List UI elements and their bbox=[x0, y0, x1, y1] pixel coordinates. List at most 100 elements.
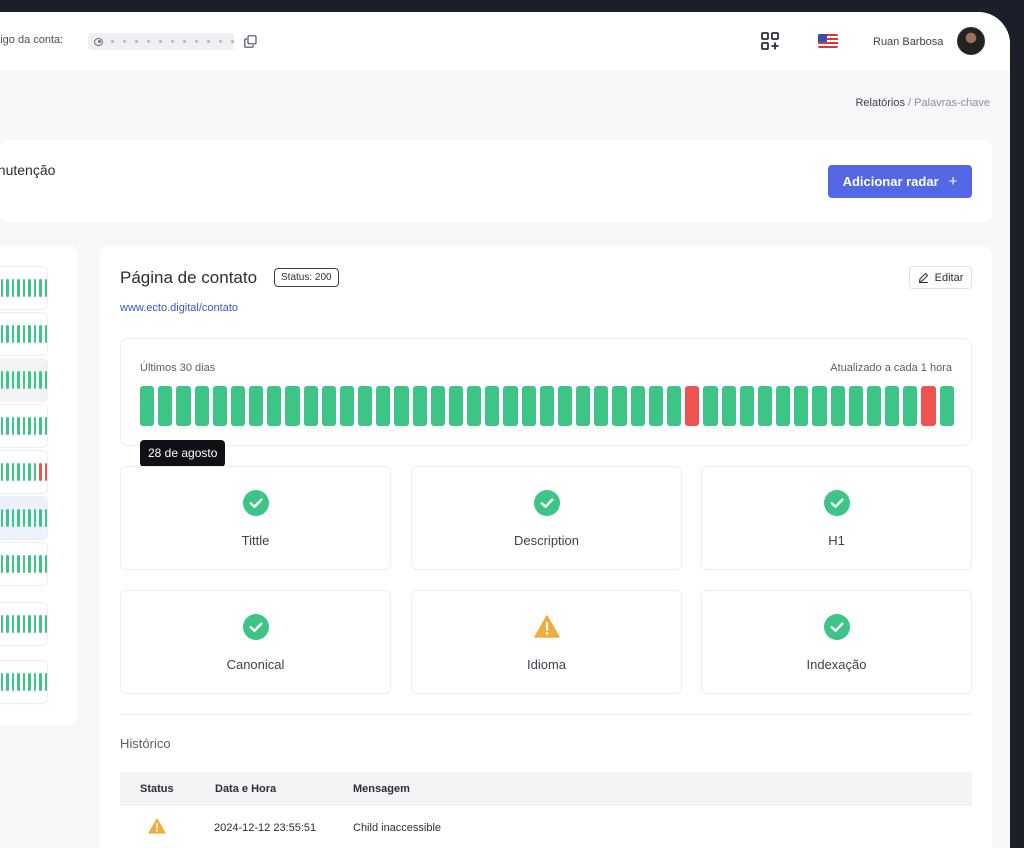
uptime-bar-ok[interactable] bbox=[539, 386, 554, 426]
uptime-bar-ok[interactable] bbox=[339, 386, 355, 426]
check-label: H1 bbox=[828, 533, 845, 548]
check-circle-icon bbox=[242, 614, 269, 640]
list-item[interactable] bbox=[0, 266, 48, 310]
uptime-mini-bar-ok bbox=[33, 279, 37, 297]
uptime-mini-bar-ok bbox=[22, 509, 26, 527]
uptime-bar-ok[interactable] bbox=[594, 386, 609, 426]
check-card[interactable]: Idioma bbox=[411, 590, 682, 694]
list-item[interactable] bbox=[0, 450, 48, 494]
uptime-bar-ok[interactable] bbox=[576, 386, 591, 426]
uptime-bar-ok[interactable] bbox=[467, 386, 482, 426]
uptime-mini-bar-ok bbox=[0, 673, 4, 691]
uptime-bar-ok[interactable] bbox=[485, 386, 500, 426]
uptime-mini-bar-ok bbox=[28, 555, 31, 573]
column-header-message[interactable]: Mensagem bbox=[353, 783, 410, 795]
uptime-bar-ok[interactable] bbox=[703, 386, 718, 426]
uptime-mini-bar-ok bbox=[33, 417, 37, 435]
uptime-bar-ok[interactable] bbox=[430, 386, 445, 426]
uptime-mini-bar-ok bbox=[11, 279, 15, 297]
uptime-bar-ok[interactable] bbox=[903, 386, 918, 426]
list-item[interactable] bbox=[0, 542, 48, 586]
uptime-bar-ok[interactable] bbox=[394, 386, 409, 426]
monitor-list-card bbox=[0, 246, 78, 725]
add-radar-button[interactable]: Adicionar radar + bbox=[828, 165, 972, 198]
apps-add-icon[interactable] bbox=[760, 31, 780, 51]
uptime-bar-ok[interactable] bbox=[358, 386, 373, 426]
us-flag-icon[interactable] bbox=[818, 34, 838, 48]
uptime-bar-ok[interactable] bbox=[503, 386, 518, 426]
list-item[interactable] bbox=[0, 660, 48, 704]
uptime-bar-ok[interactable] bbox=[794, 386, 809, 426]
breadcrumb-parent[interactable]: Relatórios bbox=[855, 97, 905, 109]
uptime-bar-ok[interactable] bbox=[285, 386, 300, 426]
uptime-bar-ok[interactable] bbox=[812, 386, 827, 426]
uptime-bar-ok[interactable] bbox=[521, 386, 536, 426]
uptime-bar-ok[interactable] bbox=[158, 386, 173, 426]
history-datetime: 2024-12-12 23:55:51 bbox=[214, 822, 317, 834]
uptime-bar-ok[interactable] bbox=[376, 386, 391, 426]
check-card[interactable]: H1 bbox=[701, 466, 972, 570]
uptime-bar-down[interactable] bbox=[685, 386, 700, 426]
uptime-bar-ok[interactable] bbox=[885, 386, 900, 426]
uptime-bar-ok[interactable] bbox=[448, 386, 464, 426]
check-card[interactable]: Indexação bbox=[701, 590, 972, 694]
uptime-mini-bar-ok bbox=[0, 555, 4, 573]
uptime-bar-ok[interactable] bbox=[303, 386, 318, 426]
column-header-status[interactable]: Status bbox=[140, 783, 174, 795]
uptime-bar-ok[interactable] bbox=[267, 386, 282, 426]
list-item[interactable] bbox=[0, 358, 48, 402]
uptime-bar-ok[interactable] bbox=[866, 386, 882, 426]
check-card[interactable]: Canonical bbox=[120, 590, 391, 694]
uptime-mini-bar-ok bbox=[22, 325, 26, 343]
uptime-mini-bar-ok bbox=[28, 325, 31, 343]
monitor-url-link[interactable]: www.ecto.digital/contato bbox=[120, 302, 238, 314]
uptime-bar-ok[interactable] bbox=[176, 386, 191, 426]
list-item[interactable] bbox=[0, 496, 48, 540]
uptime-mini-bar-ok bbox=[11, 555, 15, 573]
uptime-mini-bar-ok bbox=[6, 555, 9, 573]
uptime-bar-down[interactable] bbox=[921, 386, 936, 426]
list-item[interactable] bbox=[0, 602, 48, 646]
uptime-bar-ok[interactable] bbox=[939, 386, 954, 426]
uptime-bar-ok[interactable] bbox=[721, 386, 736, 426]
check-label: Canonical bbox=[226, 657, 285, 672]
list-item[interactable] bbox=[0, 312, 48, 356]
uptime-bar-ok[interactable] bbox=[666, 386, 682, 426]
uptime-mini-bar-ok bbox=[17, 371, 20, 389]
uptime-bar-ok[interactable] bbox=[321, 386, 336, 426]
uptime-bar-ok[interactable] bbox=[557, 386, 573, 426]
uptime-mini-bar-ok bbox=[6, 673, 9, 691]
uptime-bar-ok[interactable] bbox=[848, 386, 863, 426]
breadcrumb-separator: / bbox=[908, 97, 912, 109]
uptime-mini-bar-ok bbox=[17, 509, 20, 527]
uptime-bar-ok[interactable] bbox=[412, 386, 427, 426]
uptime-bar-ok[interactable] bbox=[776, 386, 791, 426]
app-window: ódigo da conta: Ruan Barbosa bbox=[0, 12, 1010, 848]
check-card[interactable]: Description bbox=[411, 466, 682, 570]
uptime-bar-ok[interactable] bbox=[194, 386, 209, 426]
avatar[interactable] bbox=[957, 27, 985, 55]
uptime-bar-ok[interactable] bbox=[648, 386, 663, 426]
uptime-mini-bar-ok bbox=[39, 417, 42, 435]
add-radar-label: Adicionar radar bbox=[842, 174, 939, 189]
check-label: Description bbox=[513, 533, 580, 548]
copy-icon[interactable] bbox=[244, 35, 257, 48]
uptime-mini-bar-ok bbox=[44, 371, 47, 389]
uptime-bars bbox=[140, 386, 954, 426]
uptime-bar-ok[interactable] bbox=[630, 386, 645, 426]
uptime-bar-ok[interactable] bbox=[739, 386, 754, 426]
uptime-bar-ok[interactable] bbox=[230, 386, 246, 426]
edit-button[interactable]: Editar bbox=[909, 266, 972, 289]
uptime-mini-bar-ok bbox=[22, 555, 26, 573]
uptime-bar-ok[interactable] bbox=[249, 386, 264, 426]
column-header-datetime[interactable]: Data e Hora bbox=[215, 783, 276, 795]
uptime-bar-ok[interactable] bbox=[212, 386, 227, 426]
uptime-bar-ok[interactable] bbox=[140, 386, 155, 426]
uptime-bar-ok[interactable] bbox=[612, 386, 627, 426]
user-name[interactable]: Ruan Barbosa bbox=[873, 36, 943, 48]
uptime-bar-ok[interactable] bbox=[757, 386, 773, 426]
eye-icon[interactable] bbox=[94, 37, 103, 46]
check-card[interactable]: Tittle bbox=[120, 466, 391, 570]
uptime-bar-ok[interactable] bbox=[830, 386, 845, 426]
list-item[interactable] bbox=[0, 404, 48, 448]
